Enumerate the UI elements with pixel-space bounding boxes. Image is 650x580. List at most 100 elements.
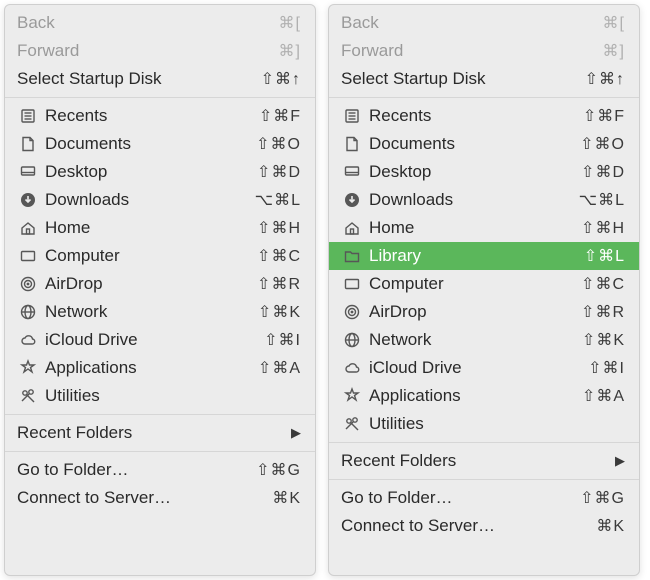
menu-item-label: Applications (45, 358, 258, 378)
menu-item-airdrop[interactable]: AirDrop⇧⌘R (5, 270, 315, 298)
icloud-icon (17, 331, 39, 349)
menu-item-shortcut: ⌥⌘L (579, 190, 625, 210)
menu-item-shortcut: ⌘[ (603, 13, 625, 33)
menu-item-shortcut: ⇧⌘O (580, 134, 625, 154)
menu-item-shortcut: ⇧⌘H (581, 218, 625, 238)
menu-item-applications[interactable]: Applications⇧⌘A (5, 354, 315, 382)
menu-item-shortcut: ⇧⌘K (582, 330, 625, 350)
computer-icon (17, 247, 39, 265)
menu-item-desktop[interactable]: Desktop⇧⌘D (329, 158, 639, 186)
menu-item-label: Select Startup Disk (341, 69, 585, 89)
menu-item-network[interactable]: Network⇧⌘K (5, 298, 315, 326)
menu-item-shortcut: ⇧⌘F (583, 106, 625, 126)
menu-item-back: Back⌘[ (329, 9, 639, 37)
menu-item-shortcut: ⇧⌘H (257, 218, 301, 238)
menu-item-shortcut: ⇧⌘C (257, 246, 301, 266)
recents-icon (341, 107, 363, 125)
menu-item-label: Applications (369, 386, 582, 406)
menu-item-label: Recents (369, 106, 583, 126)
menu-item-icloud-drive[interactable]: iCloud Drive⇧⌘I (329, 354, 639, 382)
menu-item-label: AirDrop (45, 274, 257, 294)
menu-item-label: Utilities (369, 414, 625, 434)
menu-item-computer[interactable]: Computer⇧⌘C (5, 242, 315, 270)
menu-item-shortcut: ⌘] (279, 41, 301, 61)
menu-separator (5, 97, 315, 98)
network-icon (17, 303, 39, 321)
apps-icon (341, 387, 363, 405)
menu-item-shortcut: ⇧⌘D (257, 162, 301, 182)
menu-item-label: Recents (45, 106, 259, 126)
menu-item-recents[interactable]: Recents⇧⌘F (329, 102, 639, 130)
menu-item-shortcut: ⌥⌘L (255, 190, 301, 210)
utilities-icon (17, 387, 39, 405)
menu-item-shortcut: ⌘] (603, 41, 625, 61)
airdrop-icon (341, 303, 363, 321)
menu-item-label: Network (369, 330, 582, 350)
menu-item-documents[interactable]: Documents⇧⌘O (329, 130, 639, 158)
menu-item-shortcut: ⇧⌘A (258, 358, 301, 378)
menu-item-recent-folders[interactable]: Recent Folders▶ (5, 419, 315, 447)
menu-item-label: Library (369, 246, 584, 266)
menu-item-desktop[interactable]: Desktop⇧⌘D (5, 158, 315, 186)
menu-item-shortcut: ⇧⌘O (256, 134, 301, 154)
menu-item-select-startup-disk[interactable]: Select Startup Disk⇧⌘↑ (5, 65, 315, 93)
menu-item-applications[interactable]: Applications⇧⌘A (329, 382, 639, 410)
menu-separator (329, 442, 639, 443)
menu-item-label: Computer (45, 246, 257, 266)
menu-item-label: Back (17, 13, 279, 33)
menu-separator (5, 414, 315, 415)
menu-item-shortcut: ⇧⌘G (580, 488, 625, 508)
menu-item-label: Utilities (45, 386, 301, 406)
menu-item-shortcut: ⇧⌘↑ (261, 69, 301, 89)
menu-item-shortcut: ⇧⌘D (581, 162, 625, 182)
menu-item-downloads[interactable]: Downloads⌥⌘L (5, 186, 315, 214)
menu-item-label: Desktop (45, 162, 257, 182)
menu-item-forward: Forward⌘] (329, 37, 639, 65)
downloads-icon (17, 191, 39, 209)
menu-item-home[interactable]: Home⇧⌘H (329, 214, 639, 242)
menu-item-shortcut: ⇧⌘R (581, 302, 625, 322)
menu-item-back: Back⌘[ (5, 9, 315, 37)
menu-item-label: Select Startup Disk (17, 69, 261, 89)
menu-item-label: Recent Folders (17, 423, 291, 443)
documents-icon (17, 135, 39, 153)
menu-item-label: Forward (17, 41, 279, 61)
menu-item-airdrop[interactable]: AirDrop⇧⌘R (329, 298, 639, 326)
menu-item-computer[interactable]: Computer⇧⌘C (329, 270, 639, 298)
menu-item-label: AirDrop (369, 302, 581, 322)
submenu-arrow-icon: ▶ (291, 425, 301, 441)
utilities-icon (341, 415, 363, 433)
menu-item-shortcut: ⇧⌘R (257, 274, 301, 294)
menu-item-select-startup-disk[interactable]: Select Startup Disk⇧⌘↑ (329, 65, 639, 93)
network-icon (341, 331, 363, 349)
menu-item-label: Go to Folder… (17, 460, 256, 480)
menu-item-go-to-folder[interactable]: Go to Folder…⇧⌘G (329, 484, 639, 512)
submenu-arrow-icon: ▶ (615, 453, 625, 469)
menu-item-label: Desktop (369, 162, 581, 182)
menu-separator (329, 97, 639, 98)
desktop-icon (341, 163, 363, 181)
menu-item-label: Documents (369, 134, 580, 154)
menu-item-go-to-folder[interactable]: Go to Folder…⇧⌘G (5, 456, 315, 484)
menu-item-utilities[interactable]: Utilities (5, 382, 315, 410)
menu-item-label: Go to Folder… (341, 488, 580, 508)
menu-item-shortcut: ⇧⌘↑ (585, 69, 625, 89)
menu-item-home[interactable]: Home⇧⌘H (5, 214, 315, 242)
menu-item-label: Computer (369, 274, 581, 294)
downloads-icon (341, 191, 363, 209)
menu-item-icloud-drive[interactable]: iCloud Drive⇧⌘I (5, 326, 315, 354)
menu-item-shortcut: ⇧⌘I (264, 330, 301, 350)
menu-item-recents[interactable]: Recents⇧⌘F (5, 102, 315, 130)
menu-item-downloads[interactable]: Downloads⌥⌘L (329, 186, 639, 214)
menu-item-shortcut: ⌘K (272, 488, 301, 508)
menu-item-library[interactable]: Library⇧⌘L (329, 242, 639, 270)
menu-item-network[interactable]: Network⇧⌘K (329, 326, 639, 354)
menu-item-documents[interactable]: Documents⇧⌘O (5, 130, 315, 158)
menu-item-label: Recent Folders (341, 451, 615, 471)
menu-item-connect-to-server[interactable]: Connect to Server…⌘K (329, 512, 639, 540)
menu-item-label: Downloads (369, 190, 579, 210)
menu-item-connect-to-server[interactable]: Connect to Server…⌘K (5, 484, 315, 512)
menu-item-utilities[interactable]: Utilities (329, 410, 639, 438)
menu-item-recent-folders[interactable]: Recent Folders▶ (329, 447, 639, 475)
menu-item-label: iCloud Drive (45, 330, 264, 350)
